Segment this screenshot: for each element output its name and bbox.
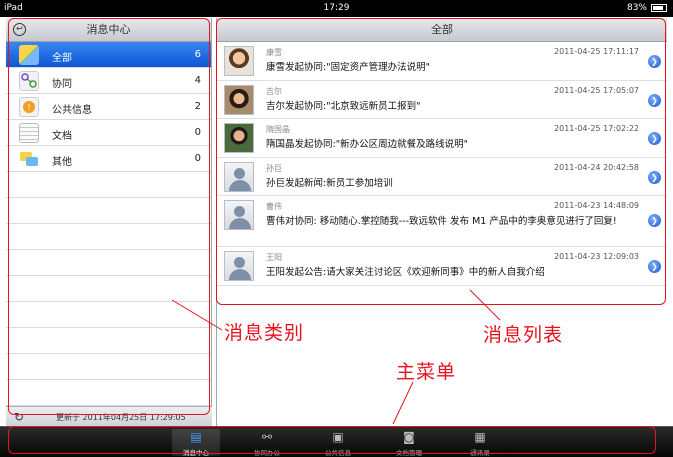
avatar-placeholder-icon bbox=[224, 161, 254, 192]
disclosure-arrow-icon[interactable]: ❯ bbox=[648, 170, 661, 184]
battery-icon bbox=[651, 4, 667, 12]
tab-message-center[interactable]: ▤ 消息中心 bbox=[172, 429, 220, 457]
empty-row bbox=[6, 224, 211, 250]
message-text: 吉尔发起协同:"北京致远新员工报到" bbox=[266, 100, 421, 112]
tab-label: 协同办公 bbox=[254, 449, 280, 457]
category-panel-title: 消息中心 bbox=[86, 23, 131, 36]
category-label: 其他 bbox=[52, 157, 72, 168]
info-icon: ! bbox=[19, 97, 39, 117]
message-text: 孙巨发起新闻:新员工参加培训 bbox=[266, 177, 393, 189]
message-time: 2011-04-23 14:48:09 bbox=[554, 201, 639, 210]
tab-public-info[interactable]: ▣ 公共信息 bbox=[314, 429, 362, 457]
message-item[interactable]: 孙巨 2011-04-24 20:42:58 孙巨发起新闻:新员工参加培训 ❯ bbox=[217, 158, 667, 196]
back-icon[interactable]: ↩ bbox=[13, 23, 26, 36]
empty-row bbox=[6, 172, 211, 198]
contacts-icon: ▦ bbox=[474, 430, 486, 444]
category-item-public-info[interactable]: ! 公共信息 2 bbox=[6, 94, 211, 120]
category-count: 6 bbox=[194, 49, 201, 60]
tab-label: 通讯录 bbox=[470, 449, 490, 457]
category-count: 0 bbox=[194, 127, 201, 138]
message-text: 康雪发起协同:"固定资产管理办法说明" bbox=[266, 62, 430, 73]
tab-collaboration[interactable]: ⚯ 协同办公 bbox=[243, 429, 291, 457]
tab-label: 文档管理 bbox=[396, 449, 422, 457]
empty-row bbox=[6, 250, 211, 276]
empty-row bbox=[6, 276, 211, 302]
tab-label: 消息中心 bbox=[183, 449, 209, 457]
inbox-icon: ▤ bbox=[190, 430, 202, 444]
svg-text:!: ! bbox=[27, 103, 30, 112]
avatar bbox=[224, 84, 254, 115]
category-count: 0 bbox=[194, 153, 201, 164]
status-bar: iPad 17:29 83% bbox=[0, 0, 673, 17]
workflow-icon bbox=[19, 71, 39, 91]
empty-row bbox=[6, 302, 211, 328]
document-icon bbox=[19, 123, 39, 143]
category-item-all[interactable]: 全部 6 bbox=[6, 42, 211, 68]
message-item[interactable]: 康雪 2011-04-25 17:11:17 康雪发起协同:"固定资产管理办法说… bbox=[217, 42, 667, 81]
clock: 17:29 bbox=[323, 3, 350, 13]
category-label: 协同 bbox=[52, 79, 72, 90]
last-updated-text: 更新于 2011年04月25日 17:29:05 bbox=[56, 413, 186, 422]
message-time: 2011-04-25 17:02:22 bbox=[554, 124, 639, 133]
category-label: 文档 bbox=[52, 131, 72, 142]
disclosure-arrow-icon[interactable]: ❯ bbox=[648, 132, 661, 145]
all-icon bbox=[19, 45, 39, 65]
category-item-collaboration[interactable]: 协同 4 bbox=[6, 68, 211, 94]
main-menu-tabbar: ▤ 消息中心 ⚯ 协同办公 ▣ 公共信息 ◙ 文档管理 ▦ 通讯录 bbox=[0, 426, 673, 457]
disclosure-arrow-icon[interactable]: ❯ bbox=[648, 260, 661, 273]
message-item[interactable]: 隋国晶 2011-04-25 17:02:22 隋国晶发起协同:"新办公区周边就… bbox=[217, 119, 667, 158]
category-panel-header: ↩ 消息中心 bbox=[6, 18, 211, 42]
battery-percent: 83% bbox=[626, 3, 647, 13]
annotation-label-categories: 消息类别 bbox=[224, 322, 305, 344]
category-item-documents[interactable]: 文档 0 bbox=[6, 120, 211, 146]
message-time: 2011-04-24 20:42:58 bbox=[554, 162, 639, 172]
tab-contacts[interactable]: ▦ 通讯录 bbox=[456, 429, 504, 457]
empty-row bbox=[6, 198, 211, 224]
message-time: 2011-04-25 17:11:17 bbox=[554, 47, 639, 56]
empty-row bbox=[6, 354, 211, 380]
category-panel: ↩ 消息中心 全部 6 协同 4 ! 公共信息 2 文档 0 其他 0 ↻ 更新… bbox=[6, 18, 212, 426]
chat-bubbles-icon bbox=[19, 149, 39, 169]
message-sender: 王阳 bbox=[266, 253, 282, 262]
tab-documents[interactable]: ◙ 文档管理 bbox=[385, 429, 433, 457]
tab-label: 公共信息 bbox=[325, 449, 351, 457]
avatar bbox=[224, 123, 254, 153]
empty-row bbox=[6, 380, 211, 406]
message-item[interactable]: 曹伟 2011-04-23 14:48:09 曹伟对协同: 移动随心.掌控随我-… bbox=[217, 196, 667, 247]
annotation-label-message-list: 消息列表 bbox=[483, 324, 564, 346]
document-search-icon: ◙ bbox=[403, 430, 415, 444]
annotation-label-main-menu: 主菜单 bbox=[396, 361, 457, 383]
message-sender: 孙巨 bbox=[266, 163, 282, 173]
avatar-placeholder-icon bbox=[224, 200, 254, 230]
disclosure-arrow-icon[interactable]: ❯ bbox=[648, 214, 661, 227]
avatar bbox=[224, 46, 254, 76]
message-text: 隋国晶发起协同:"新办公区周边就餐及路线说明" bbox=[266, 139, 468, 150]
message-list-title: 全部 bbox=[217, 18, 667, 42]
message-item[interactable]: 吉尔 2011-04-25 17:05:07 吉尔发起协同:"北京致远新员工报到… bbox=[217, 81, 667, 119]
empty-row bbox=[6, 328, 211, 354]
workflow-icon: ⚯ bbox=[261, 430, 273, 444]
message-item[interactable]: 王阳 2011-04-23 12:09:03 王阳发起公告:请大家关注讨论区《欢… bbox=[217, 247, 667, 286]
message-time: 2011-04-23 12:09:03 bbox=[554, 252, 639, 261]
message-sender: 曹伟 bbox=[266, 202, 282, 211]
refresh-icon[interactable]: ↻ bbox=[14, 410, 24, 424]
message-sender: 隋国晶 bbox=[266, 125, 290, 134]
category-item-other[interactable]: 其他 0 bbox=[6, 146, 211, 172]
message-text: 曹伟对协同: 移动随心.掌控随我---致远软件 发布 M1 产品中的李奥意见进行… bbox=[266, 216, 617, 227]
avatar-placeholder-icon bbox=[224, 251, 254, 281]
battery-indicator: 83% bbox=[627, 3, 667, 13]
disclosure-arrow-icon[interactable]: ❯ bbox=[648, 55, 661, 68]
category-label: 全部 bbox=[52, 53, 72, 64]
update-bar: ↻ 更新于 2011年04月25日 17:29:05 bbox=[6, 406, 212, 426]
bulletin-icon: ▣ bbox=[332, 430, 344, 444]
message-time: 2011-04-25 17:05:07 bbox=[554, 85, 639, 95]
message-sender: 吉尔 bbox=[266, 86, 282, 96]
disclosure-arrow-icon[interactable]: ❯ bbox=[648, 93, 661, 107]
message-text: 王阳发起公告:请大家关注讨论区《欢迎新同事》中的新人自我介绍 bbox=[266, 267, 545, 278]
category-count: 2 bbox=[194, 101, 201, 112]
message-sender: 康雪 bbox=[266, 48, 282, 57]
category-count: 4 bbox=[194, 75, 201, 86]
category-label: 公共信息 bbox=[52, 105, 92, 116]
